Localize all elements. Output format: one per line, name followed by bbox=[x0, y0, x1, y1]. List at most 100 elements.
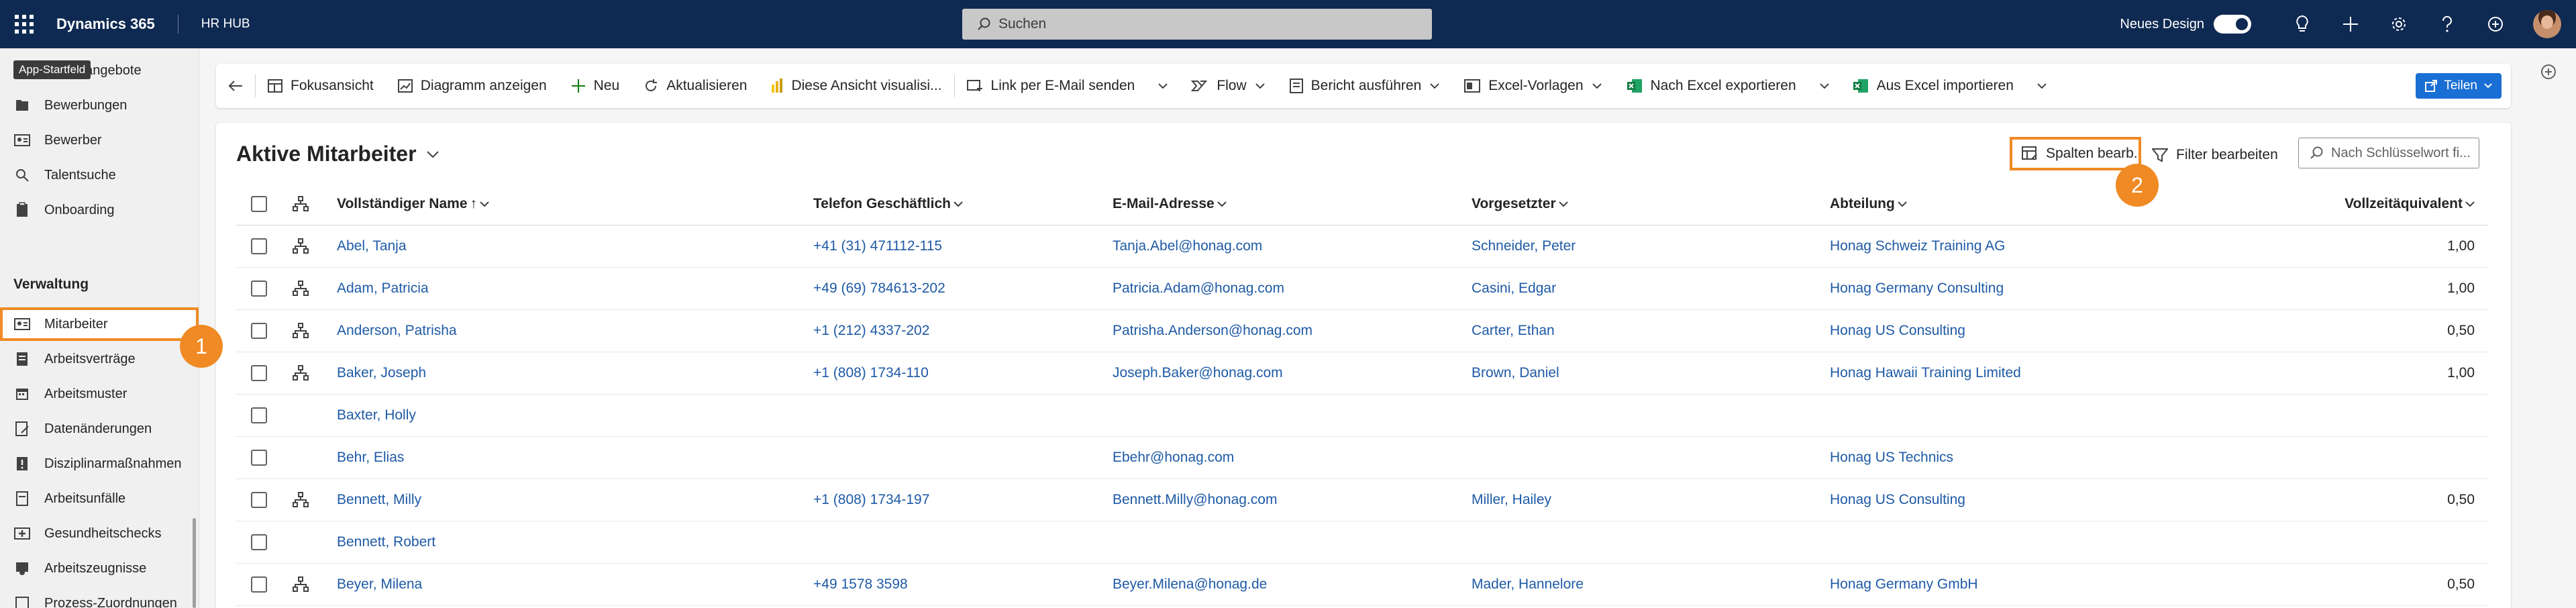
row-checkbox[interactable] bbox=[251, 365, 267, 381]
phone-link[interactable]: +49 (69) 784613-202 bbox=[813, 281, 945, 297]
manager-link[interactable]: Schneider, Peter bbox=[1472, 238, 1576, 254]
employee-name-link[interactable]: Adam, Patricia bbox=[337, 281, 429, 297]
department-link[interactable]: Honag US Technics bbox=[1830, 450, 1953, 466]
excel-templates-button[interactable]: Excel-Vorlagen bbox=[1452, 64, 1614, 108]
hierarchy-icon[interactable] bbox=[293, 238, 309, 254]
hierarchy-icon[interactable] bbox=[293, 492, 309, 508]
employee-name-link[interactable]: Abel, Tanja bbox=[337, 238, 407, 254]
column-header-telefon[interactable]: Telefon Geschäftlich bbox=[813, 196, 963, 212]
row-checkbox[interactable] bbox=[251, 492, 267, 508]
email-link[interactable]: Bennett.Milly@honag.com bbox=[1113, 492, 1277, 508]
department-link[interactable]: Honag Hawaii Training Limited bbox=[1830, 365, 2021, 381]
sidebar-scrollbar[interactable] bbox=[193, 518, 196, 608]
column-header-email[interactable]: E-Mail-Adresse bbox=[1113, 196, 1227, 212]
email-link[interactable]: Ebehr@honag.com bbox=[1113, 450, 1234, 466]
view-selector[interactable]: Aktive Mitarbeiter bbox=[236, 142, 440, 166]
table-row[interactable]: Abel, Tanja +41 (31) 471112-115 Tanja.Ab… bbox=[236, 225, 2488, 268]
email-link[interactable]: Joseph.Baker@honag.com bbox=[1113, 365, 1283, 381]
select-all-checkbox[interactable] bbox=[251, 196, 267, 212]
row-checkbox[interactable] bbox=[251, 238, 267, 254]
sidebar-item-arbeitsmuster[interactable]: Arbeitsmuster bbox=[0, 377, 199, 411]
manager-link[interactable]: Carter, Ethan bbox=[1472, 323, 1555, 339]
hierarchy-icon[interactable] bbox=[293, 281, 309, 297]
sidebar-item-bewerbungen[interactable]: Bewerbungen bbox=[0, 89, 199, 122]
visualize-view-button[interactable]: Diese Ansicht visualisi... bbox=[759, 64, 954, 108]
export-excel-button[interactable]: Nach Excel exportieren bbox=[1614, 64, 1808, 108]
employee-name-link[interactable]: Anderson, Patrisha bbox=[337, 323, 457, 339]
table-row[interactable]: Bennett, Milly +1 (808) 1734-197 Bennett… bbox=[236, 479, 2488, 521]
new-button[interactable]: Neu bbox=[559, 64, 632, 108]
department-link[interactable]: Honag Germany Consulting bbox=[1830, 281, 2004, 297]
employee-name-link[interactable]: Baxter, Holly bbox=[337, 407, 416, 423]
column-header-name[interactable]: Vollständiger Name ↑ bbox=[337, 196, 489, 212]
edit-filters-button[interactable]: Filter bearbeiten bbox=[2152, 138, 2278, 172]
row-checkbox[interactable] bbox=[251, 323, 267, 339]
email-link[interactable]: Patrisha.Anderson@honag.com bbox=[1113, 323, 1312, 339]
manager-link[interactable]: Miller, Hailey bbox=[1472, 492, 1551, 508]
app-launcher-button[interactable] bbox=[0, 0, 48, 48]
employee-name-link[interactable]: Bennett, Robert bbox=[337, 534, 435, 550]
table-row[interactable]: Anderson, Patrisha +1 (212) 4337-202 Pat… bbox=[236, 310, 2488, 352]
email-link[interactable]: Beyer.Milena@honag.de bbox=[1113, 576, 1267, 593]
back-button[interactable] bbox=[216, 64, 255, 108]
department-link[interactable]: Honag Schweiz Training AG bbox=[1830, 238, 2005, 254]
table-row[interactable]: Baker, Joseph +1 (808) 1734-110 Joseph.B… bbox=[236, 352, 2488, 395]
copilot-button[interactable] bbox=[2471, 0, 2520, 48]
show-chart-button[interactable]: Diagramm anzeigen bbox=[386, 64, 559, 108]
copilot-icon[interactable] bbox=[2540, 63, 2557, 84]
add-button[interactable] bbox=[2326, 0, 2375, 48]
table-row[interactable]: Adam, Patricia +49 (69) 784613-202 Patri… bbox=[236, 268, 2488, 310]
column-header-vorgesetzter[interactable]: Vorgesetzter bbox=[1472, 196, 1568, 212]
sidebar-item-onboarding[interactable]: Onboarding bbox=[0, 193, 199, 227]
flow-button[interactable]: Flow bbox=[1179, 64, 1277, 108]
row-checkbox[interactable] bbox=[251, 534, 267, 550]
help-button[interactable] bbox=[2423, 0, 2471, 48]
edit-columns-button[interactable]: Spalten bearb. bbox=[2010, 137, 2141, 170]
hierarchy-icon[interactable] bbox=[293, 323, 309, 339]
sidebar-item-bewerber[interactable]: Bewerber bbox=[0, 123, 199, 157]
sidebar-item-talentsuche[interactable]: Talentsuche bbox=[0, 158, 199, 192]
settings-button[interactable] bbox=[2375, 0, 2423, 48]
phone-link[interactable]: +1 (212) 4337-202 bbox=[813, 323, 929, 339]
department-link[interactable]: Honag Germany GmbH bbox=[1830, 576, 1978, 593]
table-row[interactable]: Bennett, Robert bbox=[236, 521, 2488, 564]
user-avatar[interactable] bbox=[2533, 10, 2561, 38]
import-excel-button[interactable]: Aus Excel importieren bbox=[1841, 64, 2026, 108]
sidebar-item-gesundheitschecks[interactable]: Gesundheitschecks bbox=[0, 517, 199, 550]
sidebar-item-datenaenderungen[interactable]: Datenänderungen bbox=[0, 412, 199, 446]
hierarchy-icon[interactable] bbox=[293, 576, 309, 593]
employee-name-link[interactable]: Behr, Elias bbox=[337, 450, 404, 466]
focus-view-button[interactable]: Fokusansicht bbox=[256, 64, 386, 108]
phone-link[interactable]: +1 (808) 1734-197 bbox=[813, 492, 929, 508]
manager-link[interactable]: Brown, Daniel bbox=[1472, 365, 1559, 381]
row-checkbox[interactable] bbox=[251, 407, 267, 423]
refresh-button[interactable]: Aktualisieren bbox=[631, 64, 759, 108]
brand-name[interactable]: Dynamics 365 bbox=[56, 15, 155, 33]
email-link-button[interactable]: Link per E-Mail senden bbox=[955, 64, 1147, 108]
table-row[interactable]: Behr, Elias Ebehr@honag.com Honag US Tec… bbox=[236, 437, 2488, 479]
manager-link[interactable]: Mader, Hannelore bbox=[1472, 576, 1584, 593]
row-checkbox[interactable] bbox=[251, 450, 267, 466]
new-design-toggle[interactable] bbox=[2214, 15, 2251, 34]
sidebar-item-prozess-zuordnungen[interactable]: Prozess-Zuordnungen bbox=[0, 587, 199, 608]
column-header-abteilung[interactable]: Abteilung bbox=[1830, 196, 1907, 212]
employee-name-link[interactable]: Bennett, Milly bbox=[337, 492, 421, 508]
employee-name-link[interactable]: Baker, Joseph bbox=[337, 365, 426, 381]
department-link[interactable]: Honag US Consulting bbox=[1830, 492, 1965, 508]
phone-link[interactable]: +1 (808) 1734-110 bbox=[813, 365, 929, 381]
sidebar-item-arbeitszeugnisse[interactable]: Arbeitszeugnisse bbox=[0, 552, 199, 585]
department-link[interactable]: Honag US Consulting bbox=[1830, 323, 1965, 339]
share-button[interactable]: Teilen bbox=[2416, 73, 2502, 99]
phone-link[interactable]: +49 1578 3598 bbox=[813, 576, 908, 593]
email-link[interactable]: Patricia.Adam@honag.com bbox=[1113, 281, 1284, 297]
table-row[interactable]: Baxter, Holly bbox=[236, 395, 2488, 437]
row-checkbox[interactable] bbox=[251, 576, 267, 593]
sidebar-item-mitarbeiter[interactable]: Mitarbeiter bbox=[0, 307, 199, 341]
sidebar-item-arbeitsvertraege[interactable]: Arbeitsverträge bbox=[0, 342, 199, 376]
export-excel-dropdown[interactable] bbox=[1808, 64, 1841, 108]
phone-link[interactable]: +41 (31) 471112-115 bbox=[813, 238, 942, 254]
lightbulb-button[interactable] bbox=[2278, 0, 2326, 48]
employee-name-link[interactable]: Beyer, Milena bbox=[337, 576, 422, 593]
email-link-dropdown[interactable] bbox=[1147, 64, 1179, 108]
row-checkbox[interactable] bbox=[251, 281, 267, 297]
